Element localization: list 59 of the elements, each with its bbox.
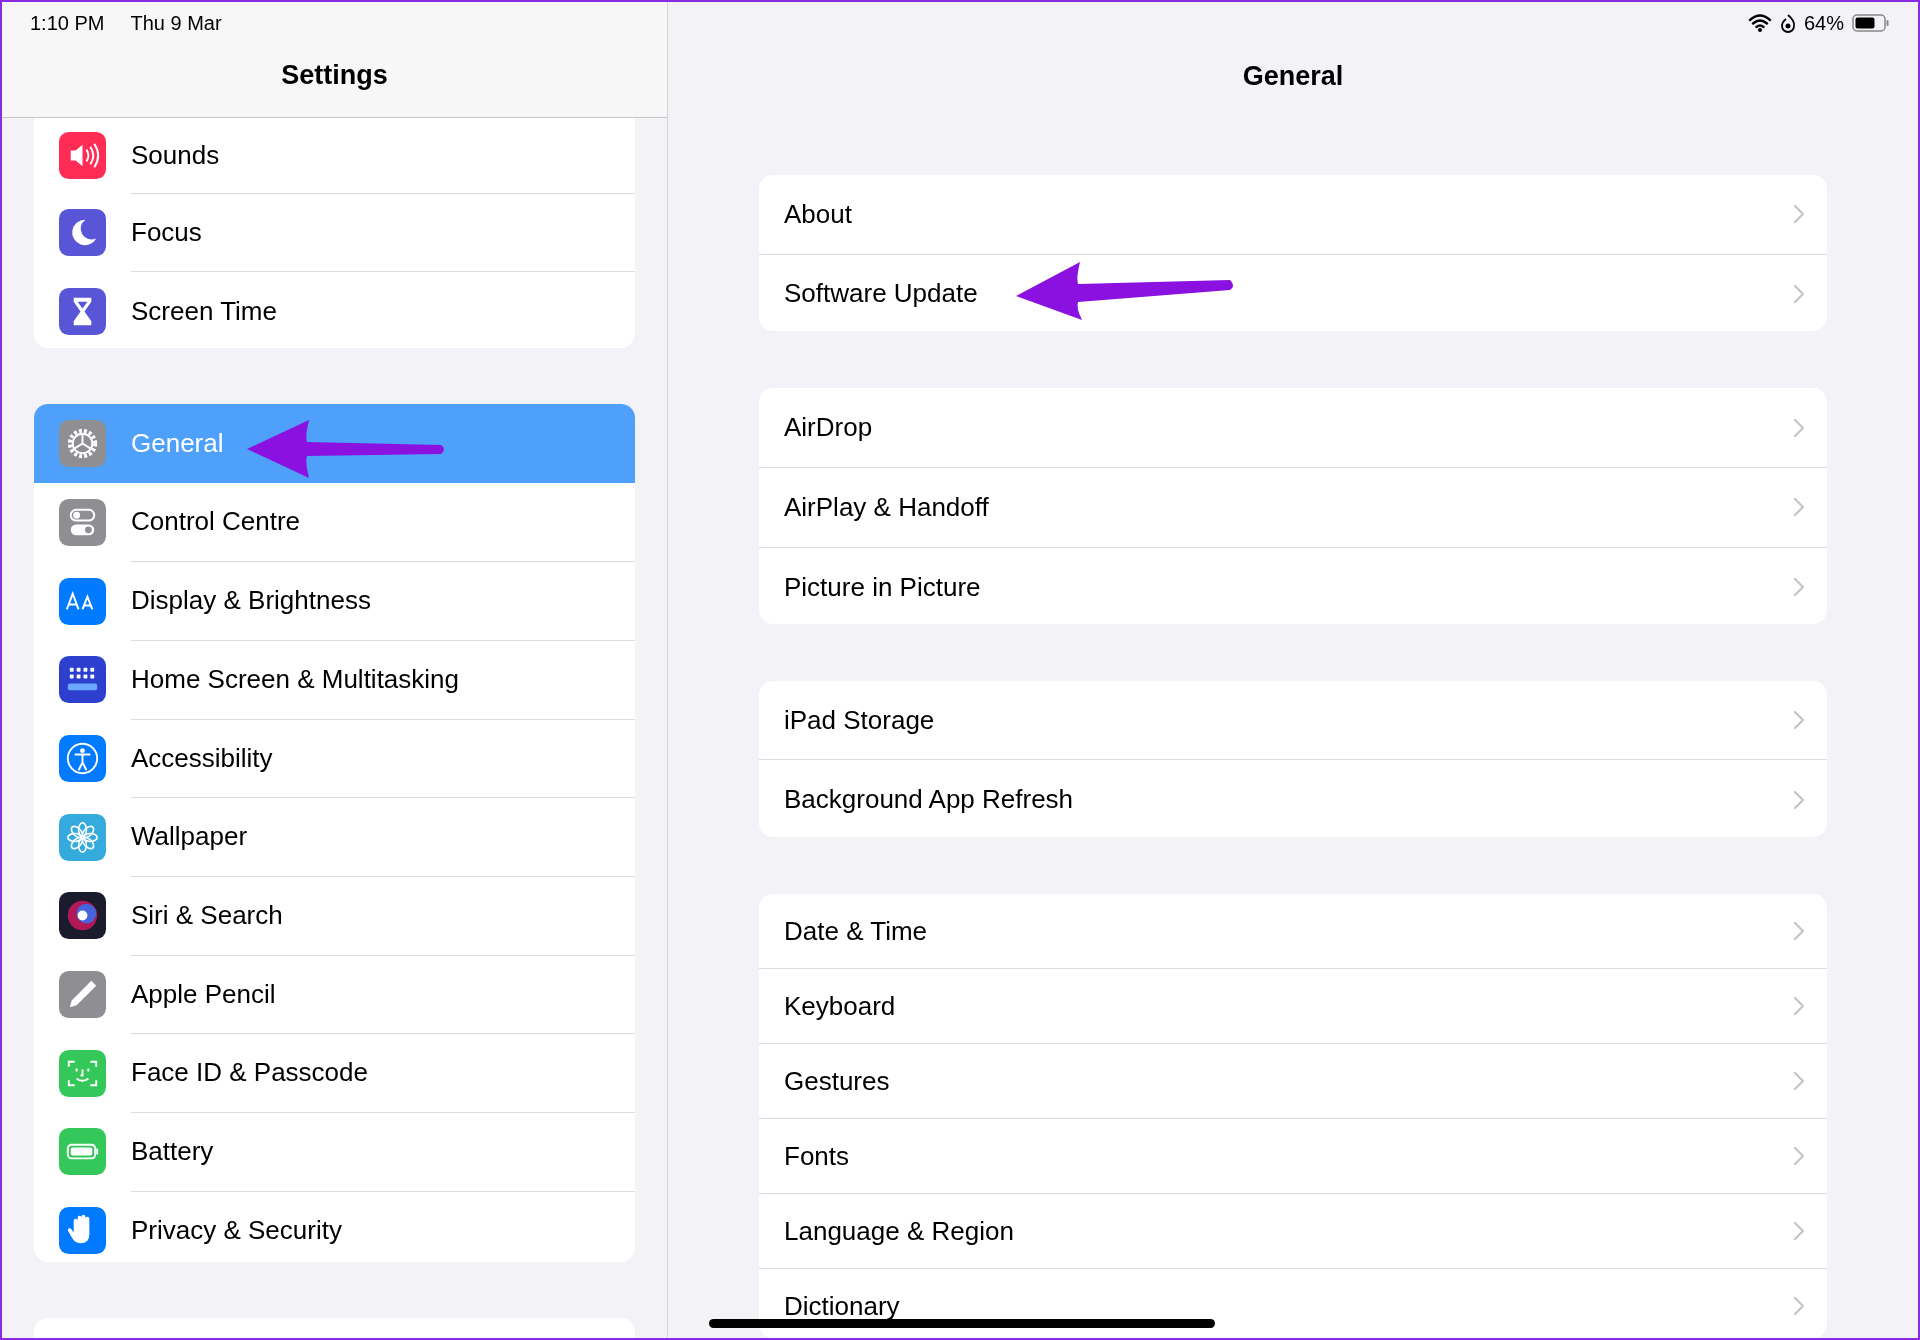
accessibility-icon bbox=[59, 735, 106, 783]
chevron-icon bbox=[1793, 204, 1805, 225]
face-scan-icon bbox=[59, 1049, 106, 1097]
chevron-icon bbox=[1793, 1146, 1805, 1167]
sidebar-item[interactable]: Focus bbox=[34, 193, 635, 272]
chevron-icon bbox=[1793, 417, 1805, 438]
chevron-icon bbox=[1793, 996, 1805, 1017]
chevron-icon bbox=[1793, 921, 1805, 942]
status-date: Thu 9 Mar bbox=[130, 11, 222, 35]
sidebar-item[interactable]: Wallpaper bbox=[34, 797, 635, 877]
battery-icon bbox=[59, 1128, 106, 1176]
sidebar-item[interactable]: Privacy & Security bbox=[34, 1191, 635, 1263]
settings-row[interactable]: AirDrop bbox=[759, 388, 1827, 468]
chevron-icon bbox=[1793, 577, 1805, 598]
sidebar-item[interactable]: Apple Pencil bbox=[34, 955, 635, 1034]
sidebar-item[interactable]: Sounds bbox=[34, 118, 635, 194]
settings-row[interactable]: iPad Storage bbox=[759, 680, 1827, 760]
home-indicator[interactable] bbox=[709, 1319, 1215, 1328]
settings-row[interactable]: AirPlay & Handoff bbox=[759, 467, 1827, 547]
sidebar-item[interactable]: Battery bbox=[34, 1112, 635, 1192]
sidebar-item[interactable]: Home Screen & Multitasking bbox=[34, 640, 635, 720]
sidebar-item[interactable]: Face ID & Passcode bbox=[34, 1033, 635, 1113]
battery-icon bbox=[1852, 13, 1890, 33]
settings-row[interactable]: Date & Time bbox=[759, 894, 1827, 969]
text-size-icon bbox=[59, 577, 106, 625]
battery-percentage: 64% bbox=[1803, 11, 1844, 35]
settings-row[interactable]: Picture in Picture bbox=[759, 546, 1827, 624]
settings-row[interactable]: About bbox=[759, 174, 1827, 254]
sidebar-item[interactable]: Control Centre bbox=[34, 483, 635, 562]
settings-row[interactable]: Gestures bbox=[759, 1043, 1827, 1119]
sidebar-item[interactable]: Display & Brightness bbox=[34, 561, 635, 641]
chevron-icon bbox=[1793, 1296, 1805, 1317]
gear-icon bbox=[59, 420, 106, 468]
chevron-icon bbox=[1793, 1071, 1805, 1092]
chevron-icon bbox=[1793, 497, 1805, 518]
chevron-icon bbox=[1793, 710, 1805, 731]
sidebar-item[interactable]: Siri & Search bbox=[34, 876, 635, 956]
settings-row[interactable]: Fonts bbox=[759, 1118, 1827, 1194]
sidebar-item[interactable]: Accessibility bbox=[34, 719, 635, 798]
hourglass-icon bbox=[59, 287, 106, 335]
speaker-icon bbox=[59, 132, 106, 180]
status-time: 1:10 PM bbox=[30, 11, 105, 35]
settings-row[interactable]: Language & Region bbox=[759, 1193, 1827, 1269]
settings-row[interactable]: Background App Refresh bbox=[759, 759, 1827, 838]
page-title: General bbox=[1242, 60, 1344, 92]
wifi-icon bbox=[1747, 14, 1772, 32]
settings-row[interactable]: Keyboard bbox=[759, 968, 1827, 1044]
pencil-icon bbox=[59, 971, 106, 1019]
chevron-icon bbox=[1793, 789, 1805, 810]
app-grid-icon bbox=[59, 656, 106, 704]
moon-icon bbox=[59, 209, 106, 257]
flower-icon bbox=[59, 813, 106, 861]
sidebar-item[interactable]: Screen Time bbox=[34, 271, 635, 349]
hand-icon bbox=[59, 1207, 106, 1255]
chevron-icon bbox=[1793, 1221, 1805, 1242]
chevron-icon bbox=[1793, 283, 1805, 304]
sidebar-title: Settings bbox=[281, 60, 388, 92]
orb-icon bbox=[59, 892, 106, 940]
toggles-icon bbox=[59, 499, 106, 546]
